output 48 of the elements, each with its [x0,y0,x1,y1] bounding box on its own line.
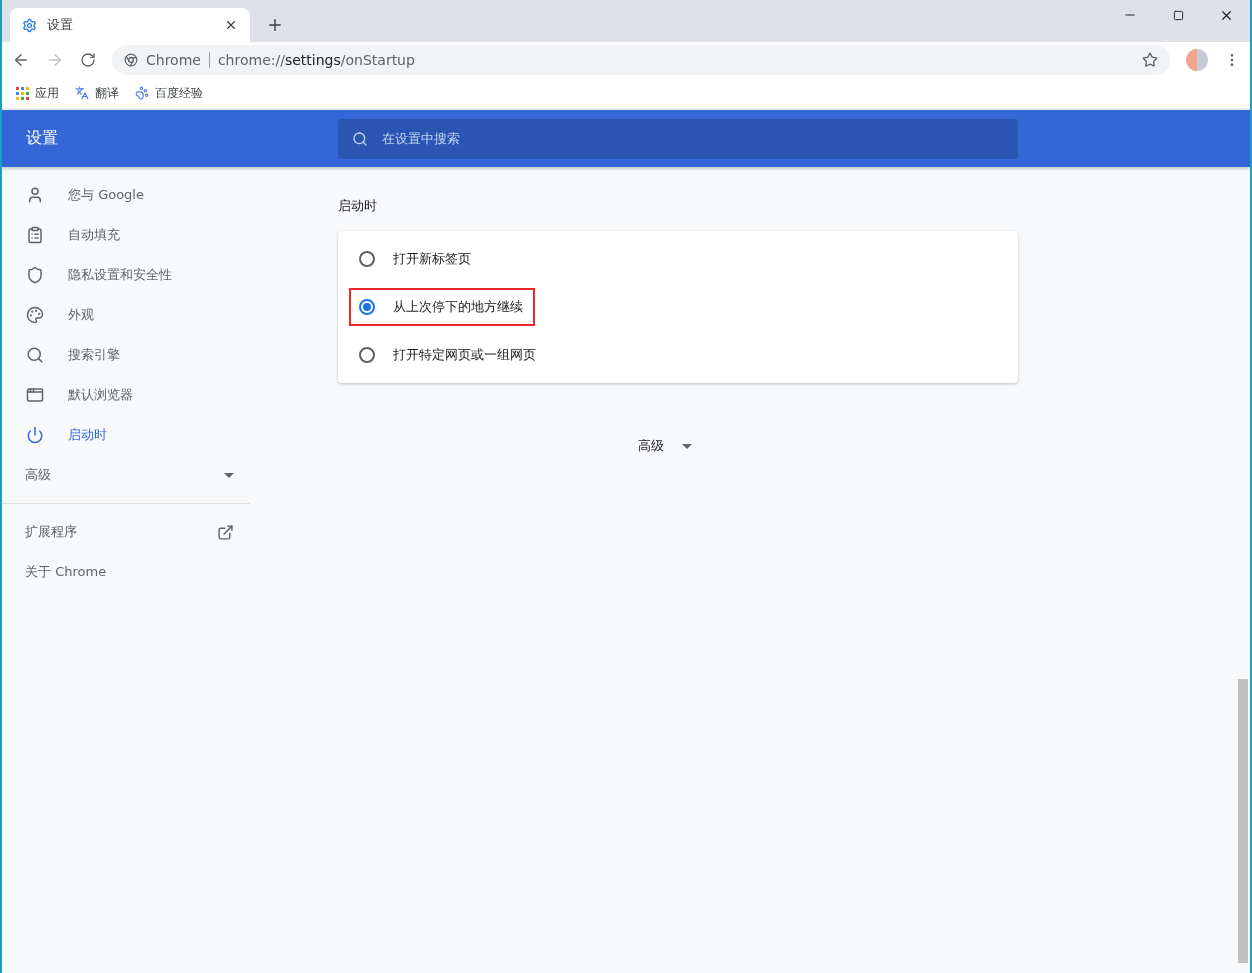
gear-icon [22,17,37,33]
sidebar-item[interactable]: 启动时 [2,415,250,455]
section-title: 启动时 [338,197,378,215]
sidebar-item-icon [26,346,44,364]
search-icon [352,130,368,147]
search-field[interactable]: 在设置中搜索 [338,118,1018,159]
address-bar[interactable]: Chrome chrome://settings/onStartup [112,45,1170,75]
option-label: 打开特定网页或一组网页 [393,346,536,364]
sidebar-item-icon [26,306,44,324]
reload-icon[interactable] [80,52,96,68]
scrollbar-thumb[interactable] [1238,679,1248,963]
page-title: 设置 [25,128,59,149]
about-link[interactable]: 关于 Chrome [2,552,250,592]
sidebar-item[interactable]: 外观 [2,295,250,335]
apps-grid-icon [16,86,29,100]
option-label: 打开新标签页 [393,250,471,268]
browser-logo-icon [124,53,138,67]
advanced-menu[interactable]: 高级 [2,455,250,495]
extensions-link[interactable]: 扩展程序 [2,512,250,552]
sidebar-item-icon [26,226,44,244]
sidebar-item[interactable]: 自动填充 [2,215,250,255]
bookmark[interactable]: 应用 [16,84,59,102]
radio-button[interactable] [359,347,375,363]
back-icon[interactable] [12,51,30,69]
caret-icon [682,443,692,449]
new-tab-icon[interactable] [266,16,284,34]
translate-icon [75,86,89,100]
browser-tab[interactable]: 设置 [10,8,250,42]
sidebar-item-icon [26,266,44,284]
sidebar-item-icon [26,186,44,204]
radio-button[interactable] [359,299,375,315]
sidebar-item[interactable]: 隐私设置和安全性 [2,255,250,295]
external-link-icon [217,523,234,541]
sidebar-item[interactable]: 默认浏览器 [2,375,250,415]
sidebar-item[interactable]: 您与 Google [2,175,250,215]
bookmark[interactable]: 百度经验 [135,84,203,102]
paw-icon [135,86,149,100]
close-tab-icon[interactable] [224,18,238,32]
caret-icon [224,472,234,478]
bookmark[interactable]: 翻译 [75,84,119,102]
sidebar-item-icon [26,426,44,444]
radio-button[interactable] [359,251,375,267]
star-icon[interactable] [1142,52,1158,68]
maximize-icon[interactable] [1172,9,1184,21]
advanced-button[interactable]: 高级 [634,433,696,459]
option-label: 从上次停下的地方继续 [393,298,523,316]
sidebar-item-icon [26,386,44,404]
sidebar-item[interactable]: 搜索引擎 [2,335,250,375]
